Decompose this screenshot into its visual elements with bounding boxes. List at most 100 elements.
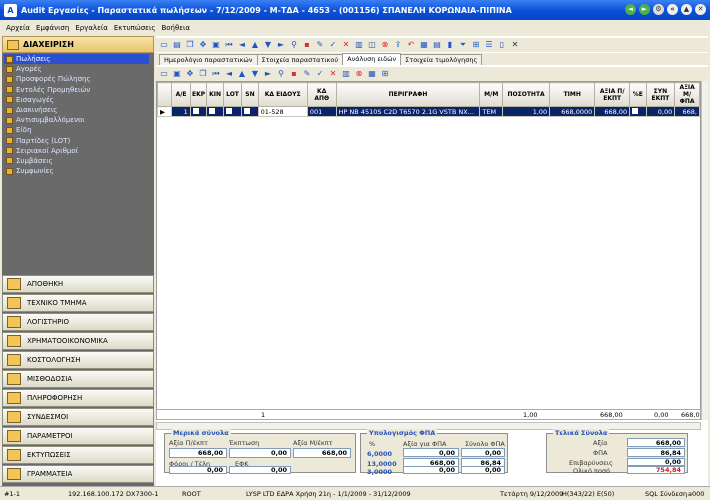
col-total-disc[interactable]: ΣΥΝ ΕΚΠΤ bbox=[645, 82, 676, 107]
field-taxes[interactable]: 0,00 bbox=[169, 466, 227, 474]
module-technical[interactable]: ΤΕΧΝΙΚΟ ΤΜΗΜΑ bbox=[2, 294, 154, 312]
sidebar-item-agreements[interactable]: Συμφωνίες bbox=[4, 166, 154, 176]
col-ae[interactable]: Α/Ε bbox=[171, 82, 191, 107]
module-parameters[interactable]: ΠΑΡΑΜΕΤΡΟΙ bbox=[2, 427, 154, 445]
prev-icon[interactable]: ◄ bbox=[224, 69, 234, 79]
preview-icon[interactable]: ◫ bbox=[367, 40, 377, 50]
field-final-value[interactable]: 668,00 bbox=[627, 438, 685, 447]
module-links[interactable]: ΣΥΝΔΕΣΜΟΙ bbox=[2, 408, 154, 426]
tab-item-analysis[interactable]: Ανάλυση ειδών bbox=[342, 53, 402, 65]
first-icon[interactable]: ⏮ bbox=[211, 69, 221, 79]
sidebar-item-serials[interactable]: Σειριακοί Αριθμοί bbox=[4, 146, 154, 156]
cancel-icon[interactable]: ⊗ bbox=[354, 69, 364, 79]
print-icon[interactable]: ▥ bbox=[354, 40, 364, 50]
copy-icon[interactable]: ❐ bbox=[185, 40, 195, 50]
tree-icon[interactable]: ⊞ bbox=[471, 40, 481, 50]
cell-disc-checkbox[interactable] bbox=[629, 106, 647, 117]
sidebar-item-transfers[interactable]: Διακινήσεις bbox=[4, 105, 154, 115]
tab-invoicing-data[interactable]: Στοιχεία τιμολόγησης bbox=[400, 54, 483, 65]
new-doc-icon[interactable]: ▪ bbox=[302, 40, 312, 50]
down-icon[interactable]: ▼ bbox=[263, 40, 273, 50]
vat-value-1[interactable]: 0,00 bbox=[403, 448, 459, 457]
next-icon[interactable]: ► bbox=[263, 69, 273, 79]
module-payroll[interactable]: ΜΙΣΘΟΔΟΣΙΑ bbox=[2, 370, 154, 388]
col-kin[interactable]: ΚΙΝ bbox=[206, 82, 224, 107]
undo-icon[interactable]: ↶ bbox=[406, 40, 416, 50]
sidebar-item-contracts[interactable]: Συμβάσεις bbox=[4, 156, 154, 166]
sidebar-item-supply-orders[interactable]: Εντολές Προμηθειών bbox=[4, 85, 154, 95]
first-icon[interactable]: ⏮ bbox=[224, 40, 234, 50]
table-row[interactable]: ▶ 1 01-528 001 HP NB 4510S C2D T6570 2.1… bbox=[156, 106, 700, 117]
folder-icon[interactable]: ▤ bbox=[172, 40, 182, 50]
tree-icon[interactable]: ⊞ bbox=[380, 69, 390, 79]
module-accounting[interactable]: ΛΟΓΙΣΤΗΡΙΟ bbox=[2, 313, 154, 331]
list-icon[interactable]: ☰ bbox=[484, 40, 494, 50]
col-disc-percent[interactable]: %Ε bbox=[629, 82, 647, 107]
move-icon[interactable]: ✥ bbox=[185, 69, 195, 79]
move-icon[interactable]: ✥ bbox=[198, 40, 208, 50]
cell-kin-checkbox[interactable] bbox=[206, 106, 224, 117]
next-icon[interactable]: ► bbox=[276, 40, 286, 50]
restore-icon[interactable]: ▲ bbox=[681, 4, 692, 15]
filter-icon[interactable]: ⏷ bbox=[458, 40, 468, 50]
cancel-icon[interactable]: ⊗ bbox=[380, 40, 390, 50]
delete-icon[interactable]: ✕ bbox=[328, 69, 338, 79]
module-costing[interactable]: ΚΟΣΤΟΛΟΓΗΣΗ bbox=[2, 351, 154, 369]
field-efk[interactable]: 0,00 bbox=[229, 466, 291, 474]
col-quantity[interactable]: ΠΟΣΟΤΗΤΑ bbox=[502, 82, 551, 107]
prev-icon[interactable]: ◄ bbox=[237, 40, 247, 50]
forward-icon[interactable]: ► bbox=[639, 4, 650, 15]
col-unit[interactable]: Μ/Μ bbox=[479, 82, 504, 107]
up-icon[interactable]: ▲ bbox=[237, 69, 247, 79]
calendar-icon[interactable]: ▤ bbox=[432, 40, 442, 50]
cell-sn-checkbox[interactable] bbox=[241, 106, 259, 117]
new-doc-icon[interactable]: ▪ bbox=[289, 69, 299, 79]
col-value-pre-disc[interactable]: ΑΞΙΑ Π/ΕΚΠΤ bbox=[594, 82, 631, 107]
col-item-code[interactable]: ΚΔ ΕΙΔΟΥΣ bbox=[257, 82, 308, 107]
field-value-pre-disc[interactable]: 668,00 bbox=[169, 448, 227, 458]
sidebar-item-imports[interactable]: Εισαγωγές bbox=[4, 95, 154, 105]
field-discount[interactable]: 0,00 bbox=[229, 448, 291, 458]
sidebar-item-sales[interactable]: Πωλήσεις bbox=[4, 54, 149, 65]
grid-icon[interactable]: ▦ bbox=[419, 40, 429, 50]
collapse-icon[interactable]: « bbox=[667, 4, 678, 15]
field-total-amount[interactable]: 754,84 bbox=[627, 466, 685, 474]
module-finance[interactable]: ΧΡΗΜΑΤΟΟΙΚΟΝΟΜΙΚΑ bbox=[2, 332, 154, 350]
sidebar-item-counterparties[interactable]: Αντισυμβαλλόμενοι bbox=[4, 115, 154, 125]
sidebar-item-items[interactable]: Είδη bbox=[4, 125, 154, 135]
up-icon[interactable]: ▲ bbox=[250, 40, 260, 50]
menu-help[interactable]: Βοήθεια bbox=[161, 24, 190, 32]
field-value-after-disc[interactable]: 668,00 bbox=[293, 448, 351, 458]
binoculars-icon[interactable]: ⚲ bbox=[276, 69, 286, 79]
tab-journal[interactable]: Ημερολόγιο παραστατικών bbox=[159, 54, 258, 65]
col-description[interactable]: ΠΕΡΙΓΡΑΦΗ bbox=[335, 82, 481, 107]
back-icon[interactable]: ◄ bbox=[625, 4, 636, 15]
close-icon[interactable]: ✕ bbox=[695, 4, 706, 15]
edit-icon[interactable]: ✎ bbox=[315, 40, 325, 50]
cell-lot-checkbox[interactable] bbox=[222, 106, 243, 117]
down-icon[interactable]: ▼ bbox=[250, 69, 260, 79]
export-icon[interactable]: ⇪ bbox=[393, 40, 403, 50]
print-icon[interactable]: ▥ bbox=[341, 69, 351, 79]
menu-files[interactable]: Αρχεία bbox=[6, 24, 30, 32]
col-ekr[interactable]: ΕΚΡ bbox=[189, 82, 208, 107]
paste-icon[interactable]: ▣ bbox=[211, 40, 221, 50]
module-warehouse[interactable]: ΑΠΟΘΗΚΗ bbox=[2, 275, 154, 293]
field-final-vat[interactable]: 86,84 bbox=[627, 448, 685, 457]
col-lot[interactable]: LOT bbox=[222, 82, 243, 107]
cell-ekr-checkbox[interactable] bbox=[189, 106, 208, 117]
col-price[interactable]: ΤΙΜΗ bbox=[549, 82, 596, 107]
check-icon[interactable]: ✓ bbox=[328, 40, 338, 50]
settings-icon[interactable]: ⚙ bbox=[653, 4, 664, 15]
binoculars-icon[interactable]: ⚲ bbox=[289, 40, 299, 50]
open-icon[interactable]: ▭ bbox=[159, 69, 169, 79]
sidebar-item-purchases[interactable]: Αγορές bbox=[4, 64, 154, 74]
cell-item-code[interactable]: 01-528 bbox=[257, 106, 308, 117]
document-icon[interactable]: ▯ bbox=[497, 40, 507, 50]
vat-value-3[interactable]: 0,00 bbox=[403, 466, 459, 474]
tab-document-data[interactable]: Στοιχεία παραστατικού bbox=[256, 54, 344, 65]
sidebar-header[interactable]: ΔΙΑΧΕΙΡΙΣΗ bbox=[2, 36, 154, 53]
sidebar-item-sales-offers[interactable]: Προσφορές Πώλησης bbox=[4, 74, 154, 84]
vat-total-3[interactable]: 0,00 bbox=[461, 466, 505, 474]
menu-tools[interactable]: Εργαλεία bbox=[75, 24, 108, 32]
